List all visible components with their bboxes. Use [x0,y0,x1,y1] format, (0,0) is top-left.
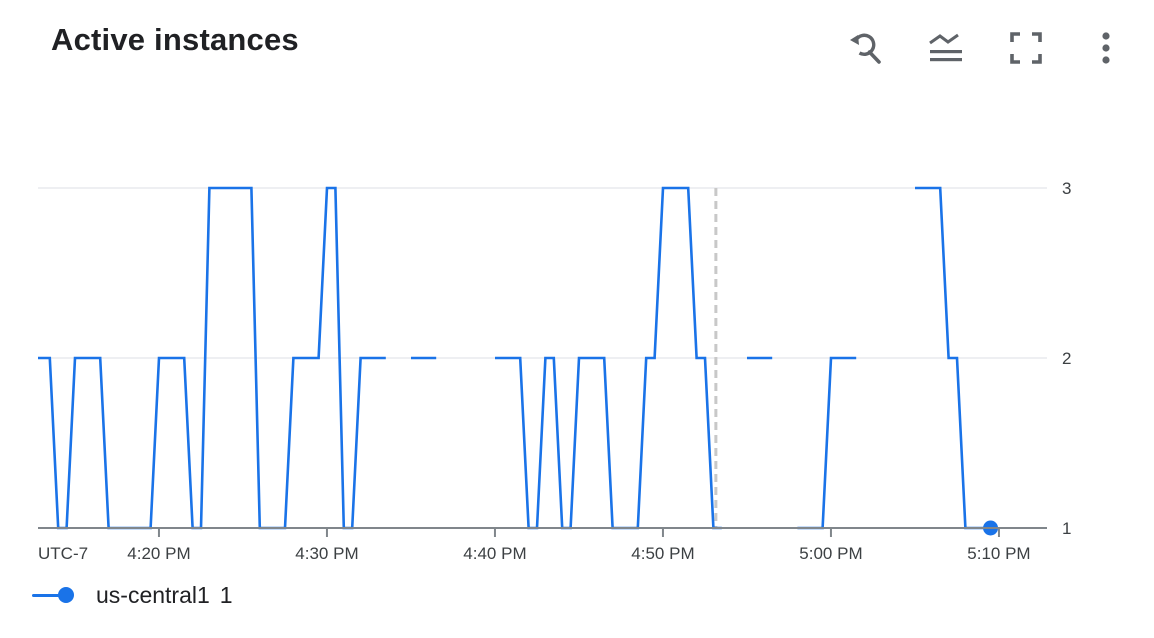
y-tick-label-3: 3 [1062,179,1071,198]
timezone-label: UTC-7 [38,544,88,563]
y-tick-label-2: 2 [1062,349,1071,368]
legend-value: 1 [219,581,233,608]
series-line-segment [797,356,857,530]
x-tick-label-3: 4:50 PM [631,544,694,563]
x-tick-label-4: 5:00 PM [799,544,862,563]
x-tick-label-1: 4:30 PM [295,544,358,563]
x-tick-label-5: 5:10 PM [967,544,1030,563]
x-tick-label-0: 4:20 PM [127,544,190,563]
legend-item-us-central1[interactable]: us-central1 1 [30,580,233,610]
series-swatch-icon [30,585,76,605]
series-layer [38,186,999,536]
grid-lines [38,187,1047,359]
x-tick-label-2: 4:40 PM [463,544,526,563]
legend-dot [58,587,74,603]
line-chart[interactable]: UTC-7 1 2 3 4:20 PM 4:30 PM 4:40 PM 4:50 PM 5:0… [0,0,1154,638]
legend-label: us-central1 [96,581,210,608]
y-tick-label-1: 1 [1062,519,1071,538]
x-axis [38,527,1047,537]
